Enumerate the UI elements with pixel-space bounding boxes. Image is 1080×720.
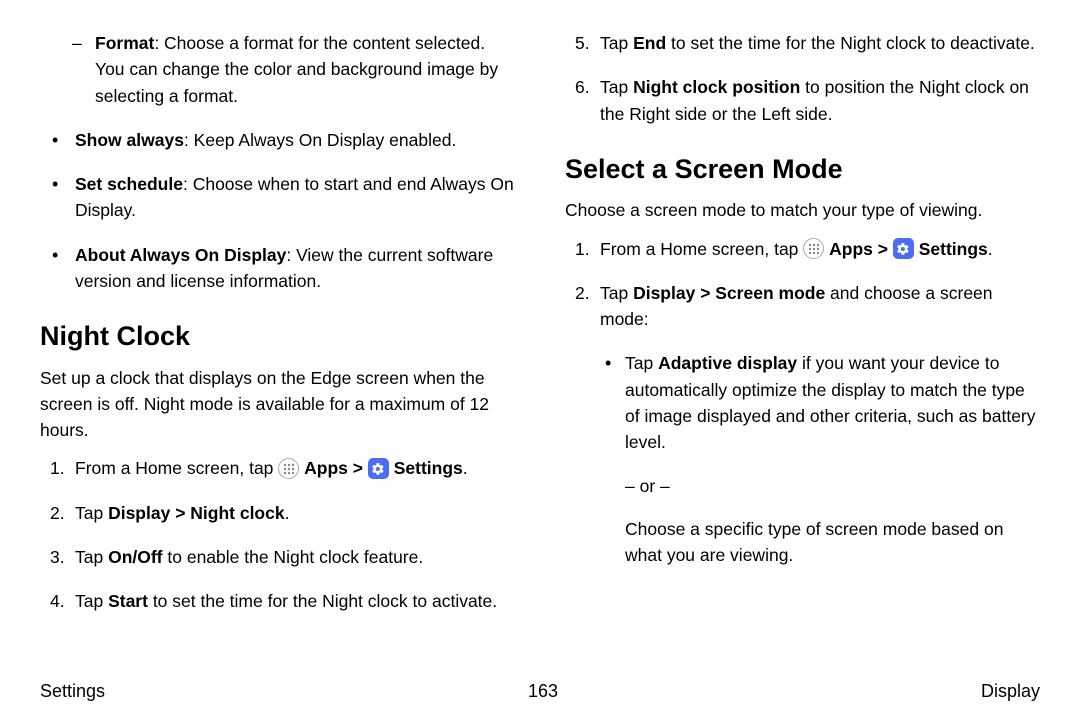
show-always-label: Show always bbox=[75, 130, 184, 150]
night-step-2: 2. Tap Display > Night clock. bbox=[40, 500, 515, 526]
step-pre: From a Home screen, tap bbox=[75, 458, 278, 478]
step-bold: End bbox=[633, 33, 666, 53]
footer-page-number: 163 bbox=[528, 681, 558, 702]
step-bold: Display > Night clock bbox=[108, 503, 285, 523]
sep: > bbox=[348, 458, 368, 478]
night-step-6: 6. Tap Night clock position to position … bbox=[565, 74, 1040, 127]
footer-left: Settings bbox=[40, 681, 105, 702]
settings-label: Settings bbox=[919, 239, 988, 259]
apps-icon bbox=[278, 458, 299, 479]
step-end: . bbox=[285, 503, 290, 523]
settings-label: Settings bbox=[394, 458, 463, 478]
step-bold: Night clock position bbox=[633, 77, 800, 97]
step-number: 2. bbox=[50, 500, 65, 526]
night-step-5: 5. Tap End to set the time for the Night… bbox=[565, 30, 1040, 56]
set-schedule-label: Set schedule bbox=[75, 174, 183, 194]
screen-mode-heading: Select a Screen Mode bbox=[565, 149, 1040, 190]
step-number: 1. bbox=[50, 455, 65, 481]
adaptive-bold: Adaptive display bbox=[658, 353, 797, 373]
step-pre: From a Home screen, tap bbox=[600, 239, 803, 259]
page-content: Format: Choose a format for the content … bbox=[0, 0, 1080, 632]
format-item: Format: Choose a format for the content … bbox=[40, 30, 515, 109]
step-number: 4. bbox=[50, 588, 65, 614]
right-column: 5. Tap End to set the time for the Night… bbox=[565, 30, 1040, 632]
step-number: 2. bbox=[575, 280, 590, 306]
step-number: 5. bbox=[575, 30, 590, 56]
adaptive-pre: Tap bbox=[625, 353, 658, 373]
step-pre: Tap bbox=[600, 77, 633, 97]
step-number: 6. bbox=[575, 74, 590, 100]
format-text: : Choose a format for the content select… bbox=[95, 33, 498, 106]
step-pre: Tap bbox=[75, 547, 108, 567]
step-bold: Start bbox=[108, 591, 148, 611]
adaptive-bullet: Tap Adaptive display if you want your de… bbox=[565, 350, 1040, 455]
page-footer: Settings 163 Display bbox=[40, 681, 1040, 702]
step-bold: Display > Screen mode bbox=[633, 283, 825, 303]
night-clock-heading: Night Clock bbox=[40, 316, 515, 357]
step-number: 3. bbox=[50, 544, 65, 570]
apps-icon bbox=[803, 238, 824, 259]
about-aod-label: About Always On Display bbox=[75, 245, 286, 265]
mode-step-2: 2. Tap Display > Screen mode and choose … bbox=[565, 280, 1040, 333]
sep: > bbox=[873, 239, 893, 259]
step-pre: Tap bbox=[600, 283, 633, 303]
step-rest: to set the time for the Night clock to a… bbox=[148, 591, 497, 611]
step-number: 1. bbox=[575, 236, 590, 262]
about-aod-item: About Always On Display: View the curren… bbox=[40, 242, 515, 295]
set-schedule-item: Set schedule: Choose when to start and e… bbox=[40, 171, 515, 224]
step-rest: to enable the Night clock feature. bbox=[163, 547, 424, 567]
apps-label: Apps bbox=[829, 239, 873, 259]
night-clock-intro: Set up a clock that displays on the Edge… bbox=[40, 365, 515, 444]
show-always-text: : Keep Always On Display enabled. bbox=[184, 130, 456, 150]
step-end: . bbox=[463, 458, 468, 478]
step-pre: Tap bbox=[75, 503, 108, 523]
choose-specific: Choose a specific type of screen mode ba… bbox=[565, 516, 1040, 569]
settings-icon bbox=[893, 238, 914, 259]
night-step-3: 3. Tap On/Off to enable the Night clock … bbox=[40, 544, 515, 570]
or-separator: – or – bbox=[565, 473, 1040, 499]
step-rest: to set the time for the Night clock to d… bbox=[666, 33, 1035, 53]
apps-label: Apps bbox=[304, 458, 348, 478]
mode-step-1: 1. From a Home screen, tap Apps > Settin… bbox=[565, 236, 1040, 262]
show-always-item: Show always: Keep Always On Display enab… bbox=[40, 127, 515, 153]
step-end: . bbox=[988, 239, 993, 259]
step-pre: Tap bbox=[600, 33, 633, 53]
step-bold: On/Off bbox=[108, 547, 162, 567]
left-column: Format: Choose a format for the content … bbox=[40, 30, 515, 632]
screen-mode-intro: Choose a screen mode to match your type … bbox=[565, 197, 1040, 223]
footer-right: Display bbox=[981, 681, 1040, 702]
night-step-1: 1. From a Home screen, tap Apps > Settin… bbox=[40, 455, 515, 481]
step-pre: Tap bbox=[75, 591, 108, 611]
format-label: Format bbox=[95, 33, 154, 53]
settings-icon bbox=[368, 458, 389, 479]
night-step-4: 4. Tap Start to set the time for the Nig… bbox=[40, 588, 515, 614]
